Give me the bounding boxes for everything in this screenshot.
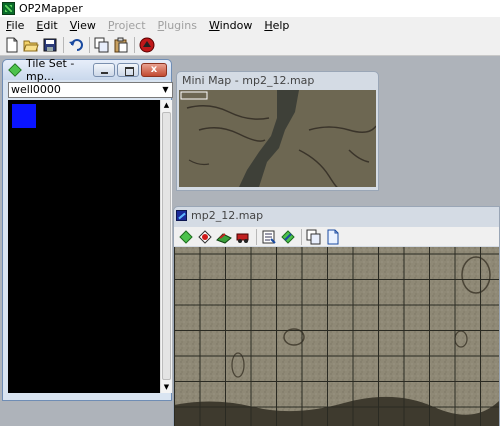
minimize-button[interactable] — [93, 63, 115, 77]
maximize-button[interactable] — [117, 63, 139, 77]
toolbar-separator — [89, 36, 90, 53]
minimap-terrain — [179, 90, 376, 187]
map-window-title-bar[interactable]: mp2_12.map — [174, 207, 499, 224]
copy-region-icon[interactable] — [305, 228, 323, 246]
app-title-bar: OP2Mapper — [0, 0, 500, 17]
tile-palette-scrollbar[interactable]: ▲ ▼ — [160, 100, 172, 393]
minimap-window: Mini Map - mp2_12.map — [176, 71, 379, 191]
minimap-title[interactable]: Mini Map - mp2_12.map — [177, 72, 378, 90]
tileset-window: Tile Set - mp... x well0000 ▼ ▲ ▼ — [2, 57, 173, 401]
paste-icon[interactable] — [112, 36, 130, 54]
copy-icon[interactable] — [93, 36, 111, 54]
menu-bar: File Edit View Project Plugins Window He… — [0, 17, 500, 34]
scrollbar-thumb[interactable] — [162, 112, 171, 380]
open-folder-icon[interactable] — [22, 36, 40, 54]
unit-tool-icon[interactable] — [196, 228, 214, 246]
tileset-select-value: well0000 — [11, 83, 61, 96]
map-toolbar — [174, 227, 499, 246]
menu-help[interactable]: Help — [258, 19, 295, 32]
tile-palette[interactable] — [8, 100, 160, 393]
tileset-title-bar[interactable]: Tile Set - mp... x — [3, 57, 171, 83]
close-button[interactable]: x — [141, 63, 167, 77]
minimap-view[interactable] — [179, 90, 376, 187]
toolbar-separator — [301, 228, 302, 245]
map-window: mp2_12.map — [173, 206, 500, 426]
menu-plugins[interactable]: Plugins — [152, 19, 203, 32]
tileset-window-icon — [8, 63, 22, 77]
map-window-title: mp2_12.map — [191, 209, 264, 222]
save-icon[interactable] — [41, 36, 59, 54]
tileset-title: Tile Set - mp... — [26, 57, 75, 83]
tileset-select[interactable]: well0000 ▼ — [8, 82, 173, 98]
map-terrain-grid — [174, 247, 499, 426]
toolbar-separator — [134, 36, 135, 53]
vehicle-tool-icon[interactable] — [234, 228, 252, 246]
mdi-workspace: Tile Set - mp... x well0000 ▼ ▲ ▼ Mini M… — [0, 56, 500, 426]
menu-file[interactable]: File — [0, 19, 30, 32]
menu-view[interactable]: View — [64, 19, 102, 32]
toolbar-separator — [256, 228, 257, 245]
undo-icon[interactable] — [67, 36, 85, 54]
new-file-icon[interactable] — [3, 36, 21, 54]
map-window-icon — [176, 210, 187, 221]
properties-icon[interactable] — [260, 228, 278, 246]
selected-tile[interactable] — [12, 104, 36, 128]
terrain-tool-icon[interactable] — [177, 228, 195, 246]
page-icon[interactable] — [324, 228, 342, 246]
menu-project[interactable]: Project — [102, 19, 152, 32]
about-icon[interactable] — [138, 36, 156, 54]
app-title: OP2Mapper — [19, 2, 83, 15]
fill-icon[interactable] — [279, 228, 297, 246]
toolbar-separator — [63, 36, 64, 53]
app-logo-icon — [2, 2, 15, 15]
menu-window[interactable]: Window — [203, 19, 258, 32]
chevron-down-icon[interactable]: ▼ — [160, 84, 171, 96]
main-toolbar — [0, 34, 500, 56]
menu-edit[interactable]: Edit — [30, 19, 63, 32]
scroll-up-icon[interactable]: ▲ — [161, 100, 172, 111]
scroll-down-icon[interactable]: ▼ — [161, 382, 172, 393]
wall-tool-icon[interactable] — [215, 228, 233, 246]
map-canvas[interactable] — [174, 247, 499, 426]
